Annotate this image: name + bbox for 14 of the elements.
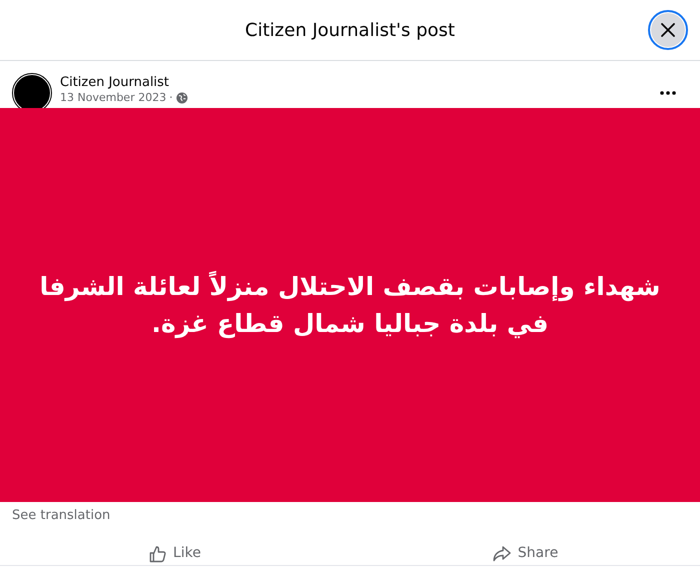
like-button[interactable]: Like	[0, 543, 350, 565]
see-translation-link[interactable]: See translation	[12, 508, 110, 523]
thumbs-up-icon	[149, 545, 168, 563]
close-button[interactable]	[648, 10, 688, 50]
post-text: شهداء وإصابات بقصف الاحتلال منزلاً لعائلة الشرفا في بلدة جباليا شمال قطاع غزة.	[38, 270, 662, 340]
share-arrow-icon	[492, 545, 512, 563]
share-button[interactable]: Share	[350, 543, 700, 565]
post-date[interactable]: 13 November 2023	[60, 91, 166, 104]
separator: ·	[169, 91, 173, 104]
globe-icon	[176, 92, 188, 104]
author-name[interactable]: Citizen Journalist	[60, 75, 648, 90]
dialog-title: Citizen Journalist's post	[245, 20, 455, 40]
close-icon	[660, 22, 676, 38]
more-icon	[660, 90, 676, 94]
